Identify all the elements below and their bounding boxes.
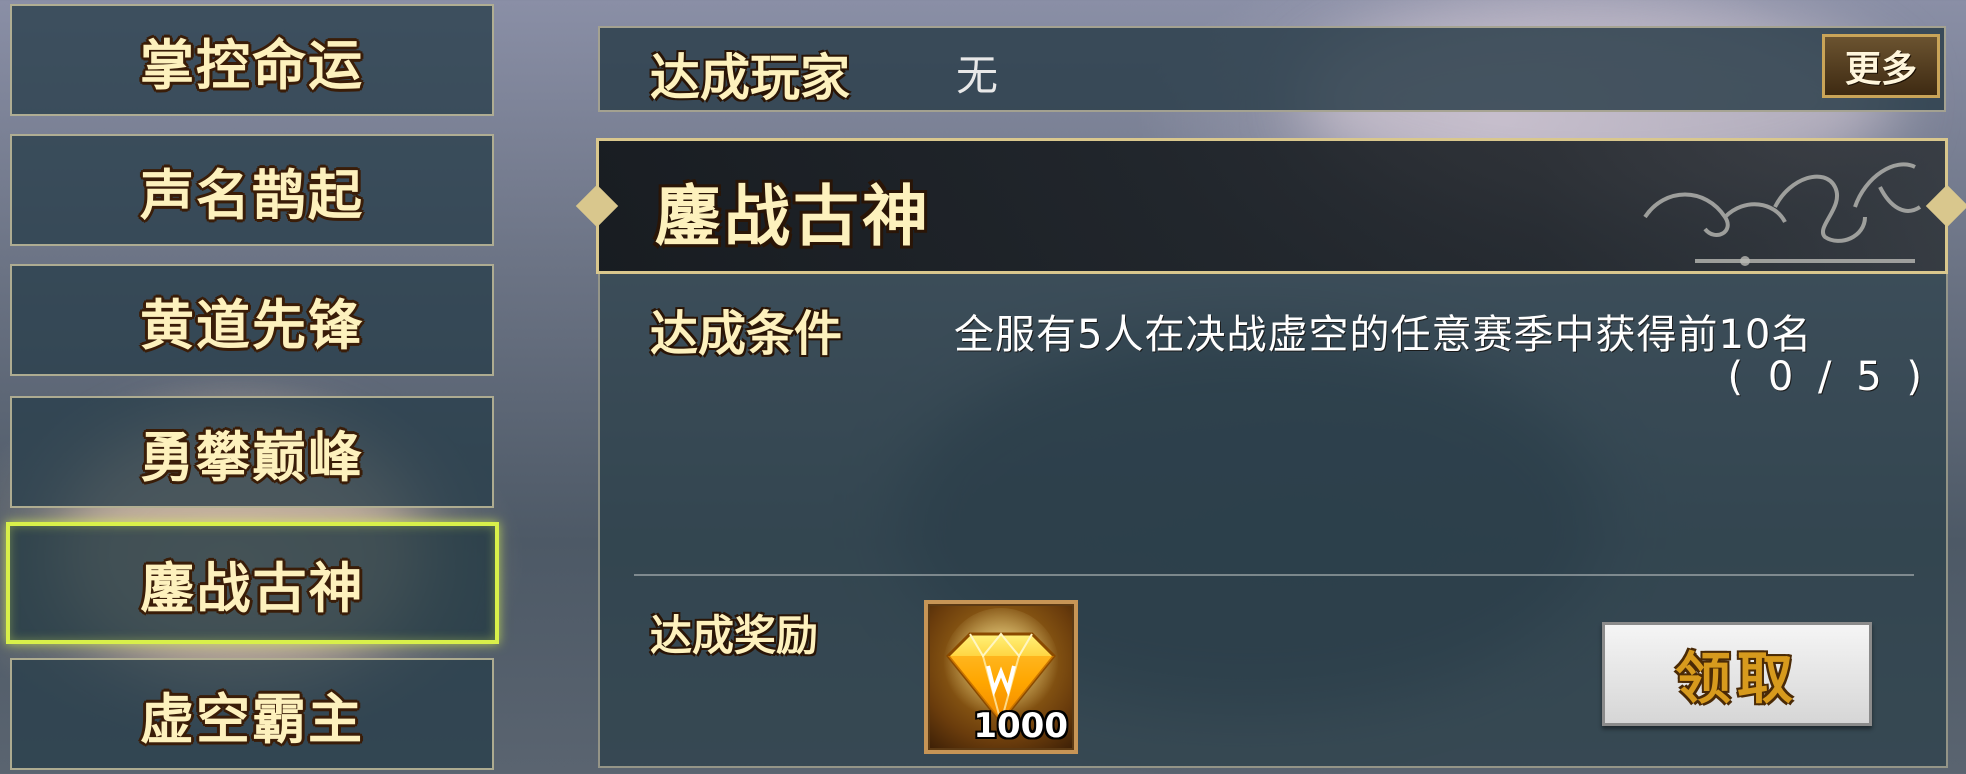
achievers-bar: 达成玩家 无 更多 <box>598 26 1946 112</box>
condition-text: 全服有5人在决战虚空的任意赛季中获得前10名 <box>954 312 1813 358</box>
divider <box>634 574 1914 576</box>
sidebar-item-声名鹊起[interactable]: 声名鹊起 <box>10 134 494 246</box>
claim-button-label: 领取 <box>1675 646 1799 712</box>
claim-button[interactable]: 领取 <box>1602 622 1872 726</box>
sidebar-item-label: 虚空霸主 <box>140 687 364 751</box>
sidebar-item-黄道先锋[interactable]: 黄道先锋 <box>10 264 494 376</box>
reward-label: 达成奖励 <box>650 611 819 660</box>
sidebar-item-虚空霸主[interactable]: 虚空霸主 <box>10 658 494 770</box>
achievement-title: 鏖战古神 <box>655 178 931 255</box>
sidebar-item-label: 勇攀巅峰 <box>140 425 364 489</box>
more-button[interactable]: 更多 <box>1822 34 1940 98</box>
progress-text: ( 0 / 5 ) <box>1727 354 1928 400</box>
ornament-flourish-icon <box>1643 162 1922 266</box>
achievers-label: 达成玩家 <box>650 49 850 107</box>
reward-count: 1000 <box>973 706 1068 746</box>
sidebar-item-勇攀巅峰[interactable]: 勇攀巅峰 <box>10 396 494 508</box>
sidebar-item-label: 声名鹊起 <box>140 163 364 227</box>
sidebar-item-掌控命运[interactable]: 掌控命运 <box>10 4 494 116</box>
achievement-title-banner: 鏖战古神 <box>596 138 1948 274</box>
sidebar-item-label: 黄道先锋 <box>140 293 364 357</box>
achievement-detail-panel: 达成条件 全服有5人在决战虚空的任意赛季中获得前10名 ( 0 / 5 ) 达成… <box>598 274 1948 768</box>
condition-label: 达成条件 <box>650 306 843 362</box>
sidebar-item-label: 掌控命运 <box>140 33 364 97</box>
achievers-value: 无 <box>956 51 999 100</box>
sidebar-item-label: 鏖战古神 <box>140 556 365 620</box>
reward-item[interactable]: 1000 <box>924 600 1078 754</box>
sidebar-item-鏖战古神[interactable]: 鏖战古神 <box>6 522 499 644</box>
